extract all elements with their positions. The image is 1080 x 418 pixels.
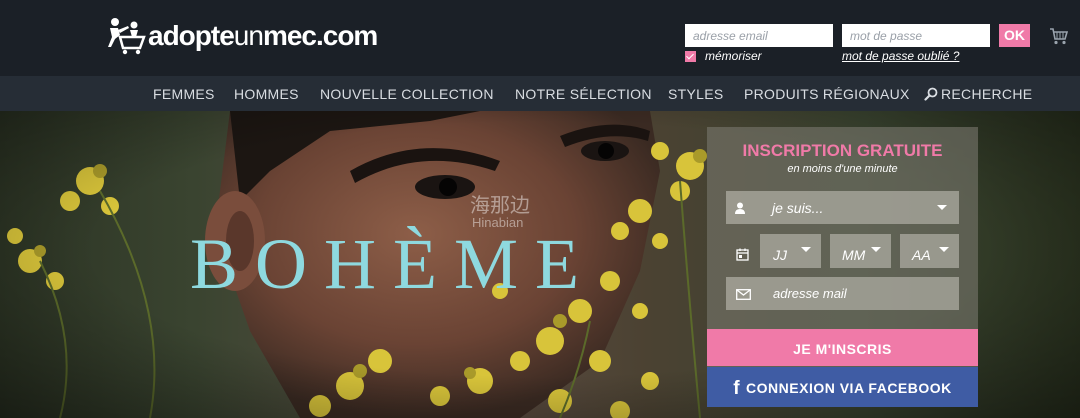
- login-password-input[interactable]: [842, 24, 990, 47]
- signup-title: INSCRIPTION GRATUITE: [742, 141, 943, 160]
- nav-search-label: RECHERCHE: [941, 86, 1033, 102]
- chevron-down-icon: [871, 247, 881, 252]
- month-select[interactable]: MM: [830, 234, 891, 268]
- gender-select[interactable]: je suis...: [726, 191, 959, 224]
- signup-email-placeholder: adresse mail: [773, 286, 847, 301]
- year-select-value: AA: [912, 247, 931, 263]
- nav-item-recherche[interactable]: RECHERCHE: [924, 76, 1032, 113]
- forgot-password-link[interactable]: mot de passe oublié ?: [842, 49, 959, 63]
- signup-email-field[interactable]: adresse mail: [726, 277, 959, 310]
- facebook-icon: f: [733, 378, 741, 399]
- search-icon: [924, 87, 938, 101]
- remember-me[interactable]: mémoriser: [685, 49, 762, 63]
- watermark-sub: Hinabian: [472, 215, 524, 230]
- nav-item-hommes[interactable]: HOMMES: [234, 76, 299, 113]
- top-bar: adopteunmec.com OK mémoriser mot de pass…: [0, 0, 1080, 76]
- day-select[interactable]: JJ: [760, 234, 821, 268]
- calendar-icon: [736, 248, 749, 261]
- login-ok-button[interactable]: OK: [999, 24, 1030, 47]
- signup-subtitle: en moins d'une minute: [787, 163, 898, 175]
- remember-checkbox[interactable]: [685, 50, 696, 62]
- day-select-value: JJ: [773, 247, 787, 263]
- logo-cart-icon: [108, 18, 146, 55]
- hero-title: BOHÈME: [190, 224, 596, 304]
- login-email-input[interactable]: [685, 24, 833, 47]
- nav-item-femmes[interactable]: FEMMES: [153, 76, 215, 113]
- nav-item-styles[interactable]: STYLES: [668, 76, 724, 113]
- signup-submit-button[interactable]: JE M'INSCRIS: [707, 329, 978, 366]
- facebook-label: CONNEXION VIA FACEBOOK: [746, 380, 952, 396]
- main-nav: FEMMES HOMMES NOUVELLE COLLECTION NOTRE …: [0, 76, 1080, 111]
- gender-select-value: je suis...: [772, 200, 824, 216]
- nav-item-notre-selection[interactable]: NOTRE SÉLECTION: [515, 76, 652, 113]
- cart-icon[interactable]: [1049, 26, 1069, 46]
- user-icon: [735, 202, 745, 214]
- envelope-icon: [736, 289, 751, 300]
- watermark: 海那边: [470, 195, 530, 217]
- month-select-value: MM: [842, 247, 866, 263]
- chevron-down-icon: [939, 247, 949, 252]
- year-select[interactable]: AA: [900, 234, 959, 268]
- chevron-down-icon: [801, 247, 811, 252]
- chevron-down-icon: [937, 205, 947, 210]
- site-logo[interactable]: adopteunmec.com: [106, 16, 378, 56]
- remember-label: mémoriser: [705, 49, 762, 63]
- facebook-login-button[interactable]: f CONNEXION VIA FACEBOOK: [707, 367, 978, 407]
- logo-wordmark: adopteunmec.com: [148, 20, 378, 51]
- nav-item-nouvelle-collection[interactable]: NOUVELLE COLLECTION: [320, 76, 494, 113]
- nav-item-produits-regionaux[interactable]: PRODUITS RÉGIONAUX: [744, 76, 910, 113]
